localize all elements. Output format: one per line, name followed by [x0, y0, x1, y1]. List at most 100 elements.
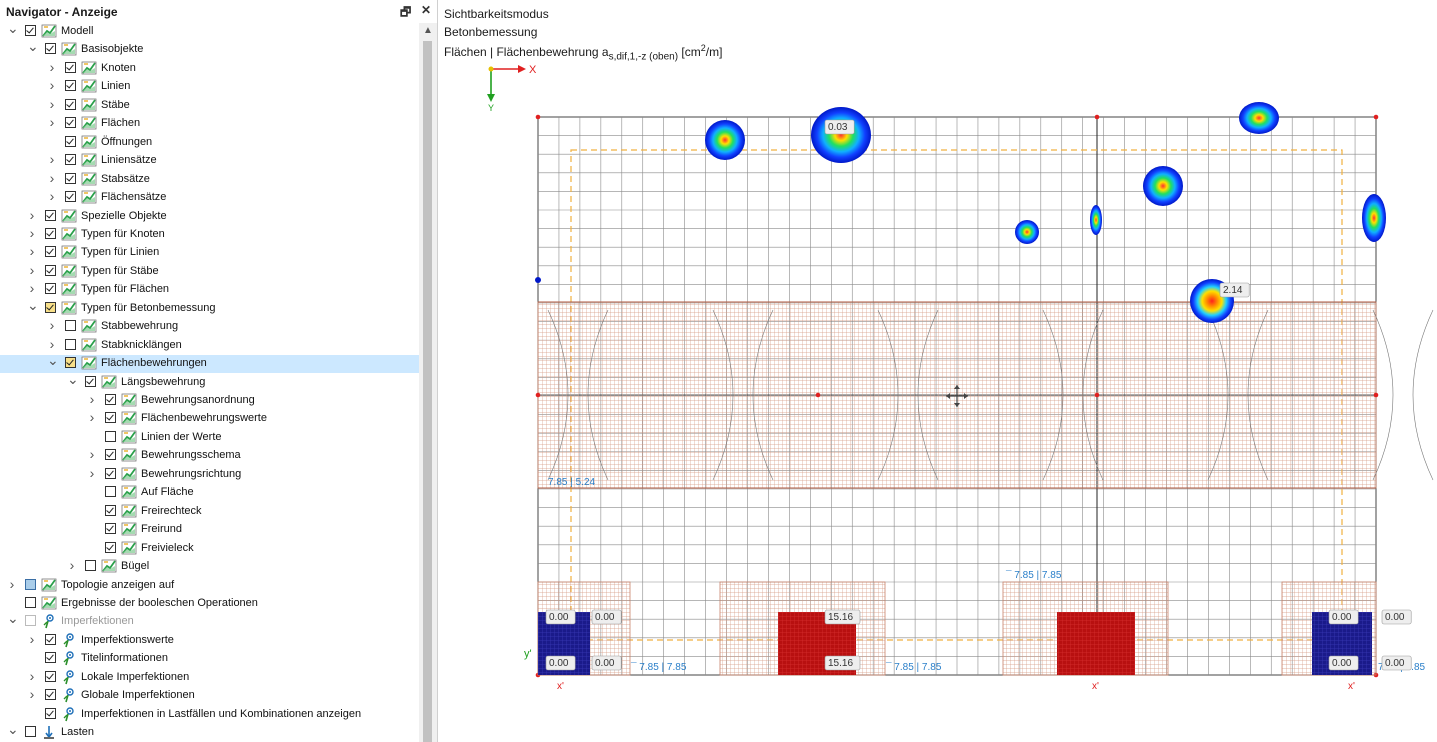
tree-item-globale-imperfektionen[interactable]: › Globale Imperfektionen [0, 686, 419, 705]
checkbox-typen-fur-linien[interactable] [45, 246, 56, 258]
tree-item-typen-fur-linien[interactable]: › Typen für Linien [0, 243, 419, 262]
tree-item-stabknicklangen[interactable]: › Stabknicklängen [0, 336, 419, 355]
chevron-right-icon[interactable]: › [87, 391, 97, 407]
checkbox-freirund[interactable] [105, 523, 116, 535]
checkbox-liniensatze[interactable] [65, 154, 76, 166]
tree-item-typen-fur-knoten[interactable]: › Typen für Knoten [0, 225, 419, 244]
tree-item-freivieleck[interactable]: Freivieleck [0, 540, 419, 558]
tree-item-stabe[interactable]: › Stäbe [0, 96, 419, 115]
chevron-right-icon[interactable]: › [47, 77, 57, 93]
checkbox-linien-der-werte[interactable] [105, 430, 116, 442]
checkbox-stabknicklangen[interactable] [65, 338, 76, 350]
tree-item-imperfektionen[interactable]: ⌄ Imperfektionen [0, 610, 419, 631]
checkbox-typen-fur-stabe[interactable] [45, 264, 56, 276]
checkbox-imperfektionen[interactable] [25, 615, 36, 627]
tree-item-flachenbewehrungen[interactable]: ⌄ Flächenbewehrungen [0, 352, 419, 374]
checkbox-bewehrungsrichtung[interactable] [105, 467, 116, 479]
tree-item-imperfektionswerte[interactable]: › Imperfektionswerte [0, 631, 419, 650]
tree-item-typen-fur-stabe[interactable]: › Typen für Stäbe [0, 262, 419, 281]
tree-item-langsbewehrung[interactable]: ⌄ Längsbewehrung [0, 371, 419, 392]
model-canvas[interactable]: X Y 0.03 2.14 7.85 | 5.24 ¯ 7.85 | 7.85 ¯ 7.8… [438, 0, 1437, 742]
checkbox-globale-imperfektionen[interactable] [45, 689, 56, 701]
chevron-right-icon[interactable]: › [67, 557, 77, 573]
checkbox-bugel[interactable] [85, 560, 96, 572]
chevron-right-icon[interactable]: › [27, 243, 37, 259]
checkbox-imperfektionen-in-lastfallen-und-kombinationen-anzeigen[interactable] [45, 707, 56, 719]
tree-item-spezielle-objekte[interactable]: › Spezielle Objekte [0, 207, 419, 226]
tree-item-ergebnisse-der-booleschen-operationen[interactable]: Ergebnisse der booleschen Operationen [0, 595, 419, 613]
chevron-down-icon[interactable]: ⌄ [47, 352, 59, 369]
tree-item-flachenbewehrungswerte[interactable]: › Flächenbewehrungswerte [0, 409, 419, 428]
checkbox-flachenbewehrungswerte[interactable] [105, 412, 116, 424]
chevron-right-icon[interactable]: › [47, 317, 57, 333]
checkbox-auf-flache[interactable] [105, 486, 116, 498]
tree-item-flachensatze[interactable]: › Flächensätze [0, 188, 419, 207]
checkbox-stabsatze[interactable] [65, 172, 76, 184]
tree-item-modell[interactable]: ⌄ Modell [0, 20, 419, 41]
checkbox-offnungen[interactable] [65, 135, 76, 147]
checkbox-lasten[interactable] [25, 726, 36, 738]
tree-item-imperfektionen-in-lastfallen-und-kombinationen-anzeigen[interactable]: Imperfektionen in Lastfällen und Kombina… [0, 706, 419, 724]
tree-item-flachen[interactable]: › Flächen [0, 114, 419, 133]
checkbox-linien[interactable] [65, 80, 76, 92]
scroll-up-icon[interactable]: ▲ [423, 25, 433, 36]
checkbox-spezielle-objekte[interactable] [45, 209, 56, 221]
checkbox-stabe[interactable] [65, 98, 76, 110]
tree-item-topologie-anzeigen-auf[interactable]: › Topologie anzeigen auf [0, 576, 419, 595]
checkbox-freirechteck[interactable] [105, 504, 116, 516]
chevron-down-icon[interactable]: ⌄ [67, 371, 79, 388]
checkbox-imperfektionswerte[interactable] [45, 633, 56, 645]
checkbox-basisobjekte[interactable] [45, 43, 56, 55]
tree-item-liniensatze[interactable]: › Liniensätze [0, 151, 419, 170]
tree-item-lokale-imperfektionen[interactable]: › Lokale Imperfektionen [0, 668, 419, 687]
tree-item-offnungen[interactable]: Öffnungen [0, 134, 419, 152]
checkbox-freivieleck[interactable] [105, 541, 116, 553]
chevron-right-icon[interactable]: › [47, 336, 57, 352]
chevron-right-icon[interactable]: › [27, 631, 37, 647]
tree-item-titelinformationen[interactable]: Titelinformationen [0, 650, 419, 668]
chevron-right-icon[interactable]: › [87, 446, 97, 462]
checkbox-flachensatze[interactable] [65, 191, 76, 203]
checkbox-modell[interactable] [25, 25, 36, 36]
chevron-right-icon[interactable]: › [27, 668, 37, 684]
navigator-scrollbar[interactable]: ▲ [419, 23, 437, 742]
checkbox-bewehrungsschema[interactable] [105, 449, 116, 461]
tree-item-bewehrungsrichtung[interactable]: › Bewehrungsrichtung [0, 465, 419, 484]
tree-item-stabbewehrung[interactable]: › Stabbewehrung [0, 317, 419, 336]
scrollbar-thumb[interactable] [423, 41, 432, 742]
chevron-down-icon[interactable]: ⌄ [7, 610, 19, 627]
checkbox-lokale-imperfektionen[interactable] [45, 670, 56, 682]
chevron-down-icon[interactable]: ⌄ [7, 721, 19, 738]
chevron-down-icon[interactable]: ⌄ [27, 38, 39, 55]
tree-item-linien[interactable]: › Linien [0, 77, 419, 96]
tree-item-basisobjekte[interactable]: ⌄ Basisobjekte [0, 38, 419, 59]
tree-item-lasten[interactable]: ⌄ Lasten [0, 721, 419, 742]
tree-item-linien-der-werte[interactable]: Linien der Werte [0, 429, 419, 447]
chevron-right-icon[interactable]: › [47, 96, 57, 112]
checkbox-stabbewehrung[interactable] [65, 320, 76, 332]
chevron-down-icon[interactable]: ⌄ [27, 297, 39, 314]
tree-item-knoten[interactable]: › Knoten [0, 59, 419, 78]
tree-item-stabsatze[interactable]: › Stabsätze [0, 170, 419, 189]
checkbox-langsbewehrung[interactable] [85, 375, 96, 387]
checkbox-typen-fur-knoten[interactable] [45, 227, 56, 239]
checkbox-flachen[interactable] [65, 117, 76, 129]
restore-icon[interactable]: 🗗 [400, 3, 411, 24]
chevron-right-icon[interactable]: › [27, 207, 37, 223]
tree-item-freirechteck[interactable]: Freirechteck [0, 503, 419, 521]
tree-item-typen-fur-betonbemessung[interactable]: ⌄ Typen für Betonbemessung [0, 297, 419, 318]
chevron-right-icon[interactable]: › [87, 465, 97, 481]
tree-item-auf-flache[interactable]: Auf Fläche [0, 484, 419, 502]
tree-item-typen-fur-flachen[interactable]: › Typen für Flächen [0, 280, 419, 299]
checkbox-titelinformationen[interactable] [45, 652, 56, 664]
chevron-right-icon[interactable]: › [47, 151, 57, 167]
checkbox-knoten[interactable] [65, 61, 76, 73]
checkbox-bewehrungsanordnung[interactable] [105, 394, 116, 405]
model-view[interactable]: Sichtbarkeitsmodus Betonbemessung Fläche… [438, 0, 1437, 742]
close-icon[interactable]: ✕ [421, 3, 431, 17]
tree-item-freirund[interactable]: Freirund [0, 521, 419, 539]
chevron-down-icon[interactable]: ⌄ [7, 20, 19, 37]
checkbox-typen-fur-betonbemessung[interactable] [45, 301, 56, 313]
chevron-right-icon[interactable]: › [47, 114, 57, 130]
checkbox-ergebnisse-der-booleschen-operationen[interactable] [25, 596, 36, 608]
